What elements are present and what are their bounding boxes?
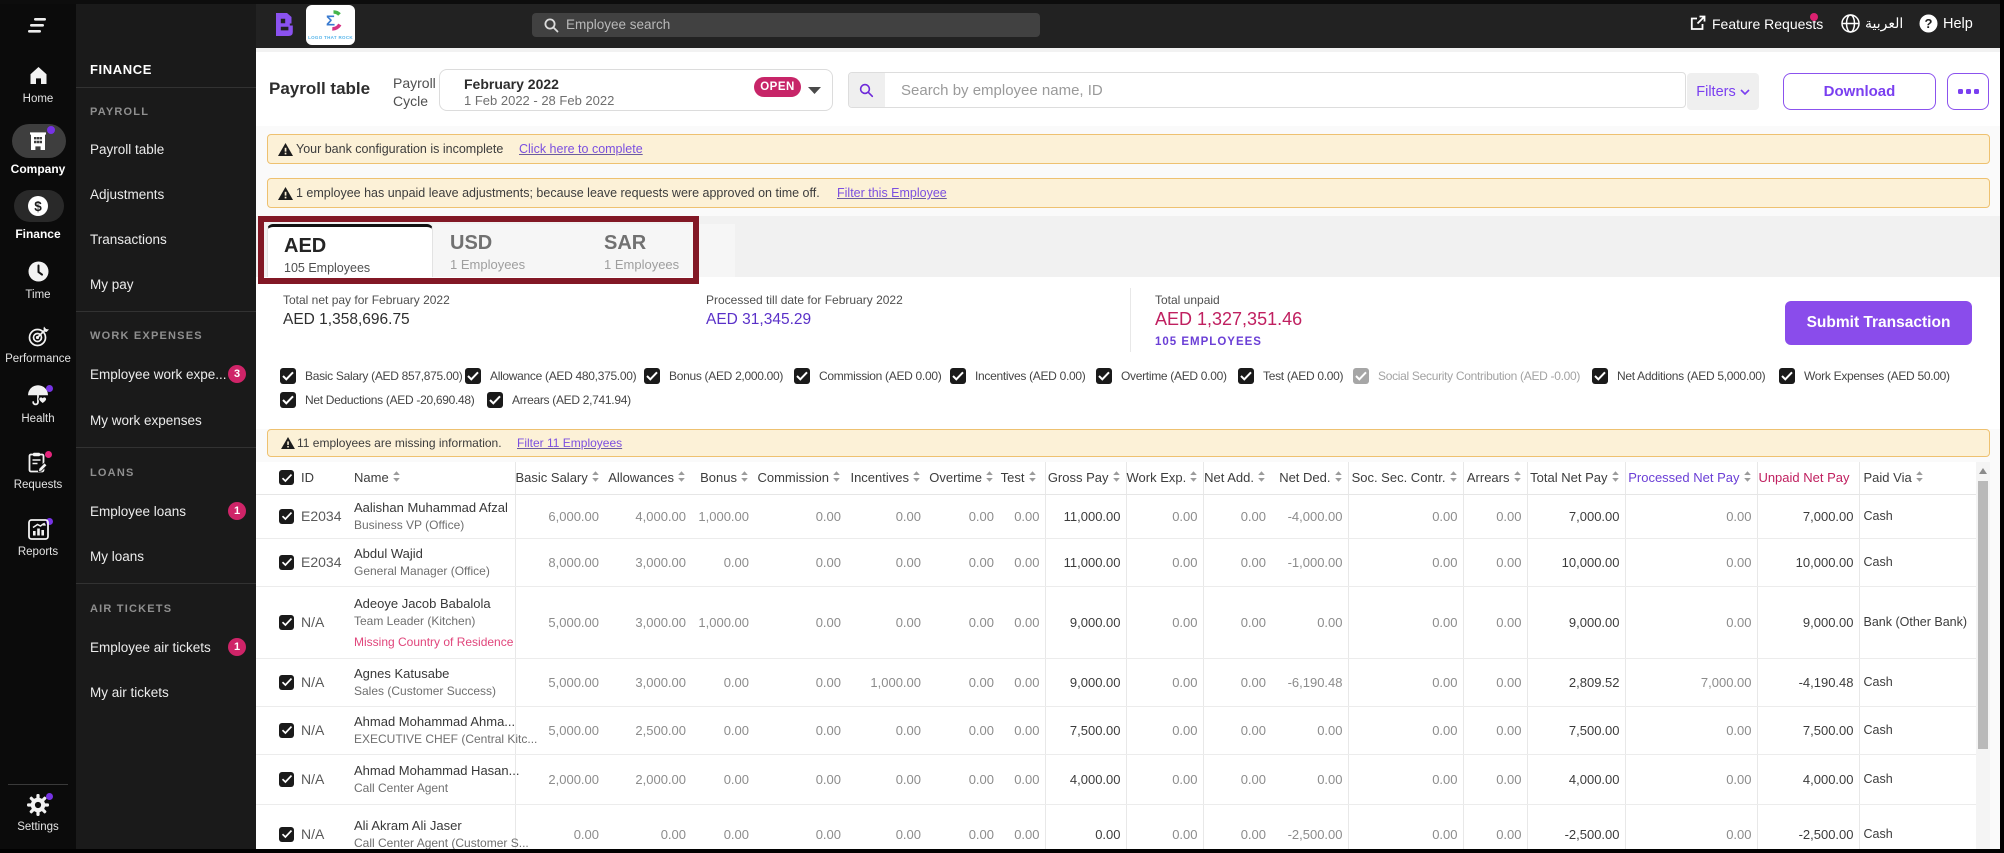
svg-text:Σ: Σ: [326, 13, 335, 30]
svg-text:$: $: [34, 199, 42, 214]
svg-text:?: ?: [1925, 16, 1933, 31]
